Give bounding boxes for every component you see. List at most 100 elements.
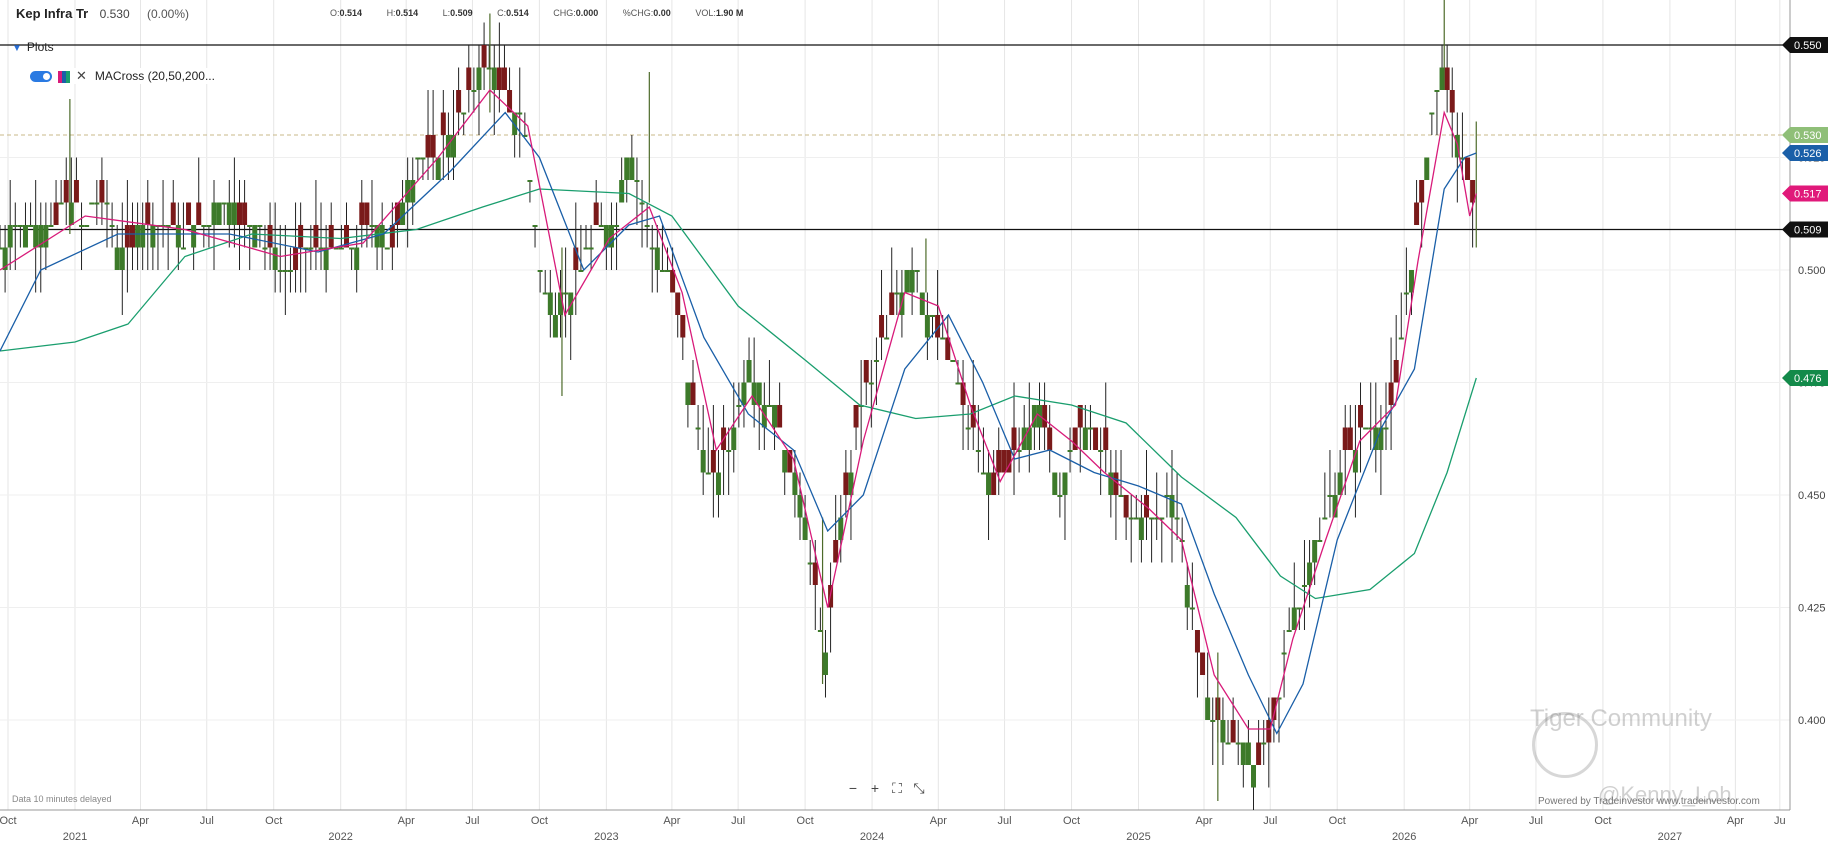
price-bar-body [84,225,90,227]
price-bar-body [231,202,237,225]
x-month-label: Oct [1594,815,1611,827]
instrument-header: Kep Infra Tr 0.530 (0.00%) [16,6,189,21]
price-bar-body [792,472,798,495]
price-bar-body [665,270,671,272]
price-bar-body [1261,742,1267,745]
fit-icon[interactable]: ⛶ [886,780,908,797]
pct-chg-value: 0.00 [653,8,671,18]
price-bar-body [644,225,650,227]
price-bar-body [308,247,314,250]
price-bar-body [1123,495,1129,518]
x-month-label: Apr [1461,815,1478,827]
price-bar-body [1240,742,1246,765]
close-icon[interactable]: ✕ [76,68,87,83]
price-tag-label: 0.517 [1794,189,1822,201]
price-bar-body [1317,540,1323,542]
price-bar-body [588,247,594,250]
price-bar-body [894,292,900,295]
x-year-label: 2024 [860,831,884,843]
color-swatch-icon[interactable] [58,70,70,83]
zoom-out-icon[interactable]: − [842,780,864,796]
price-bar-body [1174,517,1180,520]
price-bar-body [675,292,681,315]
price-bar-body [1424,157,1430,180]
price-bar-body [975,450,981,452]
price-bar-body [99,180,105,203]
x-year-label: 2022 [328,831,352,843]
watermark-user: @Kenny_Loh [1598,782,1732,807]
chg-key: CHG: [553,8,576,18]
price-bar-body [262,247,268,250]
indicator-row: ✕ MACross (20,50,200... [30,68,221,84]
price-bar-body [389,225,395,248]
price-bar-body [1082,427,1088,450]
price-bar-body [1230,720,1236,743]
price-bar-body [741,382,747,405]
price-bar-body [1225,742,1231,745]
price-bar-body [593,202,599,225]
price-bar-body [517,112,523,115]
price-bar-body [135,225,141,248]
price-bar-body [48,225,54,227]
price-bar-body [1301,585,1307,587]
price-bar-body [359,202,365,225]
ohlc-readout: O:0.514 H:0.514 L:0.509 C:0.514 CHG:0.00… [330,8,765,18]
price-bar-body [822,652,828,675]
price-bar-body [196,202,202,225]
price-bar-body [1358,405,1364,428]
vol-value: 1.90 M [715,8,744,18]
price-bar-body [430,135,436,158]
price-bar-body [705,472,711,475]
zoom-in-icon[interactable]: + [864,780,886,796]
price-bar-body [527,180,533,182]
price-bar-body [53,202,59,225]
price-bar-body [1403,292,1409,295]
price-bar-body [1296,607,1302,610]
indicator-toggle[interactable] [30,71,52,83]
price-bar-body [980,472,986,475]
price-bar-body [491,67,497,90]
price-bar-body [435,157,441,180]
price-bar-body [1444,67,1450,90]
price-bar-body [884,337,890,340]
price-bar-body [1449,90,1455,113]
x-month-label: Jul [998,815,1012,827]
price-bar-body [221,202,227,205]
price-bar-body [950,360,956,362]
price-bar-body [33,225,39,248]
x-month-label: Oct [797,815,814,827]
price-bar-body [1133,517,1139,520]
price-bar-body [338,247,344,250]
price-bar-body [873,360,879,362]
price-bar-body [1322,517,1328,520]
price-bar-body [624,157,630,180]
price-bar-body [756,382,762,405]
price-bar-body [726,450,732,452]
price-bar-body [853,405,859,428]
plots-toggle[interactable]: ▼ Plots [12,40,54,54]
price-bar-body [201,225,207,227]
price-bar-body [1200,652,1206,675]
low-value: 0.509 [450,8,473,18]
price-bar-body [119,247,125,270]
price-bar-body [614,225,620,227]
price-bar-body [797,495,803,518]
price-bar-body [247,225,253,227]
price-bar-body [547,292,553,315]
indicator-label[interactable]: MACross (20,50,200... [95,69,215,83]
price-bar-body [145,202,151,225]
price-bar-body [685,382,691,405]
x-month-label: Apr [398,815,415,827]
price-bar-body [12,225,18,227]
price-bar-body [486,67,492,70]
price-bar-body [7,225,13,248]
price-bar-body [731,427,737,450]
price-bar-body [700,450,706,473]
resize-diagonal-icon[interactable]: ⤡ [908,780,930,797]
price-bar-body [114,247,120,270]
price-bar-body [1067,450,1073,452]
x-month-label: Jul [465,815,479,827]
price-bar-body [843,472,849,495]
price-bar-body [1251,765,1257,788]
x-month-label: Oct [265,815,282,827]
